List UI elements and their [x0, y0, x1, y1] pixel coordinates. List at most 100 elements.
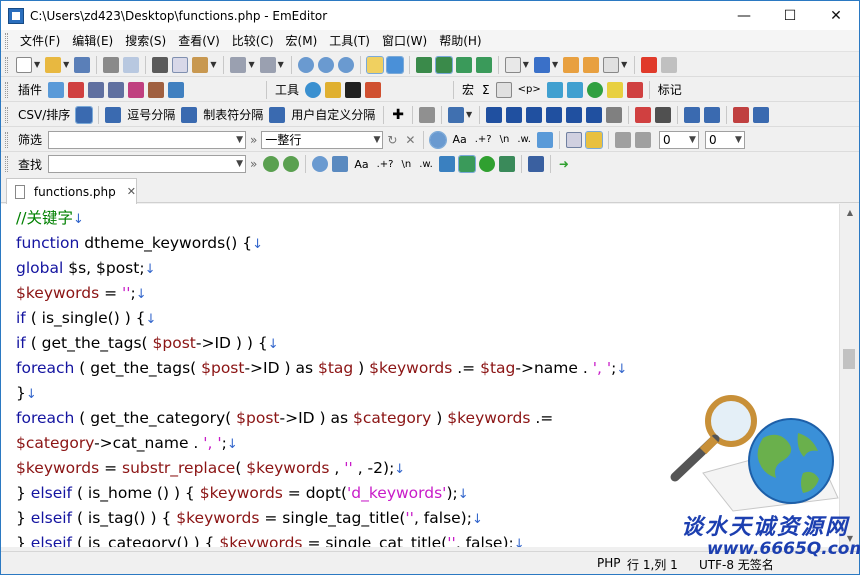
code-line[interactable]: foreach ( get_the_category( $post->ID ) … [16, 406, 553, 431]
macro-share-icon[interactable] [546, 81, 563, 98]
scroll-thumb[interactable] [843, 349, 855, 369]
notepad-icon[interactable] [325, 81, 342, 98]
document-icon[interactable] [504, 56, 521, 73]
tools-icon[interactable] [419, 106, 436, 123]
regex-icon[interactable]: .+? [377, 159, 394, 170]
plugin-outline-icon[interactable] [88, 81, 105, 98]
wrap-icon[interactable] [434, 55, 453, 74]
whole-word-icon[interactable]: .w. [517, 134, 531, 145]
find-globe-icon[interactable] [478, 156, 495, 172]
new-file-icon[interactable] [16, 56, 32, 73]
macro-go-icon[interactable] [586, 81, 603, 98]
code-line[interactable]: } elseif ( is_home () ) { $keywords = do… [16, 481, 469, 506]
find-in-files-icon[interactable] [332, 156, 349, 172]
chevron-down-icon[interactable]: ▼ [210, 60, 216, 69]
command-prompt-icon[interactable] [345, 81, 362, 98]
find-report-icon[interactable] [498, 156, 515, 172]
chevron-down-icon[interactable]: ▼ [248, 60, 254, 69]
toolbar-grip[interactable] [5, 156, 8, 172]
menu-view[interactable]: 查看(V) [172, 30, 226, 52]
plugin-explorer-icon[interactable] [48, 81, 65, 98]
tag-icon[interactable]: <p> [518, 84, 541, 95]
sync-icon[interactable] [455, 56, 472, 73]
code-line[interactable]: global $s, $post;↓ [16, 256, 155, 281]
minimize-button[interactable]: — [721, 1, 767, 30]
highlight-icon[interactable] [365, 55, 384, 74]
filter-prev-icon[interactable] [614, 131, 631, 148]
menu-grip[interactable] [5, 32, 8, 49]
toolbar-grip[interactable] [5, 106, 8, 123]
find-all-icon[interactable] [312, 156, 329, 172]
lock-icon[interactable] [584, 130, 603, 149]
config-icon[interactable] [583, 56, 600, 73]
split-icon[interactable] [415, 56, 432, 73]
cell-select-icon[interactable] [684, 106, 701, 123]
menu-help[interactable]: 帮助(H) [433, 30, 487, 52]
menu-window[interactable]: 窗口(W) [376, 30, 433, 52]
context-after-select[interactable]: 0 ▼ [704, 130, 745, 149]
maximize-button[interactable]: ☐ [767, 1, 813, 30]
code-line[interactable]: foreach ( get_the_tags( $post->ID ) as $… [16, 356, 627, 381]
title-bar[interactable]: C:\Users\zd423\Desktop\functions.php - E… [1, 1, 859, 30]
sort-91-icon[interactable] [546, 106, 563, 123]
cell-insert-icon[interactable] [704, 106, 721, 123]
code-line[interactable]: function dtheme_keywords() {↓ [16, 231, 263, 256]
context-before-select[interactable]: 0 ▼ [658, 130, 699, 149]
sigma-icon[interactable]: Σ [482, 83, 490, 97]
status-language[interactable]: PHP [597, 556, 621, 570]
filter-icon[interactable] [385, 55, 404, 74]
chevron-down-icon[interactable]: ▼ [34, 60, 40, 69]
toolbar-grip[interactable] [5, 56, 8, 73]
tab-separated-icon[interactable] [181, 106, 198, 123]
macro-pdf-icon[interactable] [626, 81, 643, 98]
code-line[interactable]: } elseif ( is_category() ) { $keywords =… [16, 531, 525, 547]
macro-copy-icon[interactable] [566, 81, 583, 98]
toolbar-grip[interactable] [5, 131, 8, 148]
filter-next-icon[interactable] [634, 131, 651, 148]
menu-compare[interactable]: 比较(C) [226, 30, 280, 52]
run-macro-icon[interactable] [661, 56, 678, 73]
find-input[interactable]: ▼ [48, 155, 247, 173]
spell-check-icon[interactable] [635, 106, 652, 123]
vertical-scrollbar[interactable]: ▲ ▼ [839, 204, 859, 547]
close-button[interactable]: ✕ [813, 1, 859, 30]
print-icon[interactable] [103, 56, 120, 73]
refresh-icon[interactable] [475, 56, 492, 73]
find-options-icon[interactable] [527, 156, 544, 172]
sort-length-icon[interactable] [566, 106, 583, 123]
filter-window-icon[interactable] [565, 131, 582, 148]
tab-close-icon[interactable]: ✕ [127, 185, 136, 198]
properties-icon[interactable] [563, 56, 580, 73]
expand-icon[interactable]: » [250, 133, 257, 147]
code-line[interactable]: }↓ [16, 381, 37, 406]
code-line[interactable]: } elseif ( is_tag() ) { $keywords = sing… [16, 506, 483, 531]
code-line[interactable]: if ( is_single() ) {↓ [16, 306, 156, 331]
plugin-project-icon[interactable] [128, 81, 145, 98]
user-separated-icon[interactable] [269, 106, 286, 123]
whole-word-icon[interactable]: .w. [419, 159, 433, 170]
numbering-icon[interactable] [733, 106, 750, 123]
match-case-icon[interactable]: Aa [354, 158, 368, 171]
find-next-icon[interactable] [283, 156, 300, 172]
toolbar-grip[interactable] [5, 81, 8, 98]
paste-icon[interactable] [192, 56, 209, 73]
sort-reverse-icon[interactable] [606, 106, 623, 123]
code-line[interactable]: //关键字↓ [16, 206, 84, 231]
find-list-icon[interactable] [438, 156, 455, 172]
sort-length-desc-icon[interactable] [586, 106, 603, 123]
regex-icon[interactable]: .+? [475, 134, 492, 145]
code-line[interactable]: if ( get_the_tags( $post->ID ) ) {↓ [16, 331, 279, 356]
filter-mode-select[interactable]: 一整行 ▼ [261, 130, 384, 149]
escape-icon[interactable]: \n [402, 159, 412, 170]
print-preview-icon[interactable] [123, 56, 140, 73]
find-icon[interactable] [297, 56, 314, 73]
filter-input[interactable]: ▼ [48, 130, 247, 149]
save-icon[interactable] [74, 56, 91, 73]
scroll-up-icon[interactable]: ▲ [840, 204, 860, 221]
plugin-word-count-icon[interactable] [148, 81, 165, 98]
code-line[interactable]: $category->cat_name . ', ';↓ [16, 431, 238, 456]
undo-icon[interactable] [230, 56, 247, 73]
plus-icon[interactable]: ✚ [392, 107, 404, 123]
menu-search[interactable]: 搜索(S) [119, 30, 172, 52]
pencil-icon[interactable] [753, 106, 770, 123]
